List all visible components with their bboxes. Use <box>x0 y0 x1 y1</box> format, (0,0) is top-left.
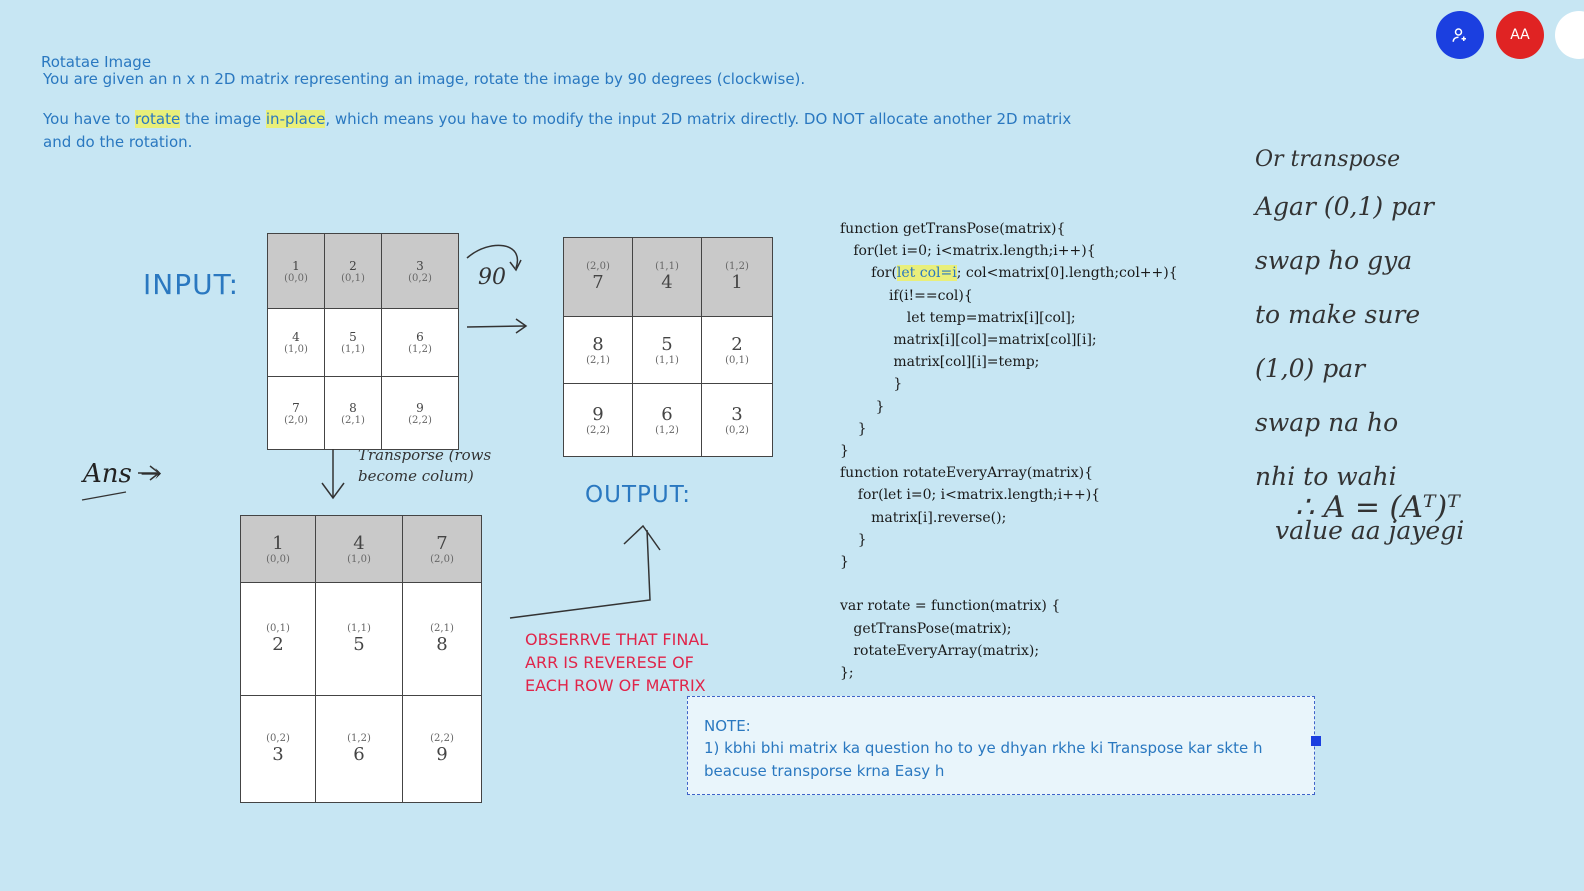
code-line: } <box>840 554 849 571</box>
down-arrow <box>321 449 345 500</box>
code-line: } <box>840 531 867 548</box>
note-title: NOTE: <box>704 717 751 735</box>
code-line: function getTransPose(matrix){ <box>840 221 1066 237</box>
code-line: let temp=matrix[i][col]; <box>840 309 1076 326</box>
transpose-formula: ∴ A = (Aᵀ)ᵀ <box>1295 490 1460 525</box>
up-arrow <box>509 524 661 619</box>
code-line: }; <box>840 665 854 682</box>
code-line: } <box>840 376 903 393</box>
note-line: swap ho gya <box>1255 246 1413 275</box>
code-block: function getTransPose(matrix){ for(let i… <box>840 218 1178 684</box>
code-line: matrix[i].reverse(); <box>840 509 1007 526</box>
code-line: if(i!==col){ <box>840 287 973 304</box>
code-line: for(let i=0; i<matrix.length;i++){ <box>840 243 1096 260</box>
code-line: function rotateEveryArray(matrix){ <box>840 465 1093 482</box>
code-highlight: let col=i <box>896 265 957 282</box>
ans-underline <box>81 491 127 501</box>
code-line: rotateEveryArray(matrix); <box>840 642 1040 659</box>
resize-handle[interactable] <box>1311 736 1321 746</box>
code-line: for(let col=i; col<matrix[0].length;col+… <box>840 265 1178 282</box>
code-line: matrix[col][i]=temp; <box>840 354 1040 371</box>
code-line: } <box>840 420 867 437</box>
code-line: var rotate = function(matrix) { <box>840 598 1061 615</box>
code-line: for(let i=0; i<matrix.length;i++){ <box>840 487 1101 504</box>
ans-arrow <box>138 465 161 481</box>
code-line: getTransPose(matrix); <box>840 620 1012 637</box>
note-line: swap na ho <box>1255 408 1399 437</box>
note-line: to make sure <box>1255 300 1421 329</box>
note-textbox[interactable]: NOTE: 1) kbhi bhi matrix ka question ho … <box>687 696 1315 795</box>
code-line: } <box>840 398 885 415</box>
rotate-curve-arrow <box>466 244 522 272</box>
right-arrow <box>466 318 528 334</box>
note-line: Agar (0,1) par <box>1255 192 1434 221</box>
code-line: } <box>840 443 849 460</box>
code-line: matrix[i][col]=matrix[col][i]; <box>840 332 1097 349</box>
note-line: Or transpose <box>1255 147 1401 172</box>
note-line: (1,0) par <box>1255 354 1366 383</box>
note-text[interactable]: 1) kbhi bhi matrix ka question ho to ye … <box>704 737 1304 783</box>
